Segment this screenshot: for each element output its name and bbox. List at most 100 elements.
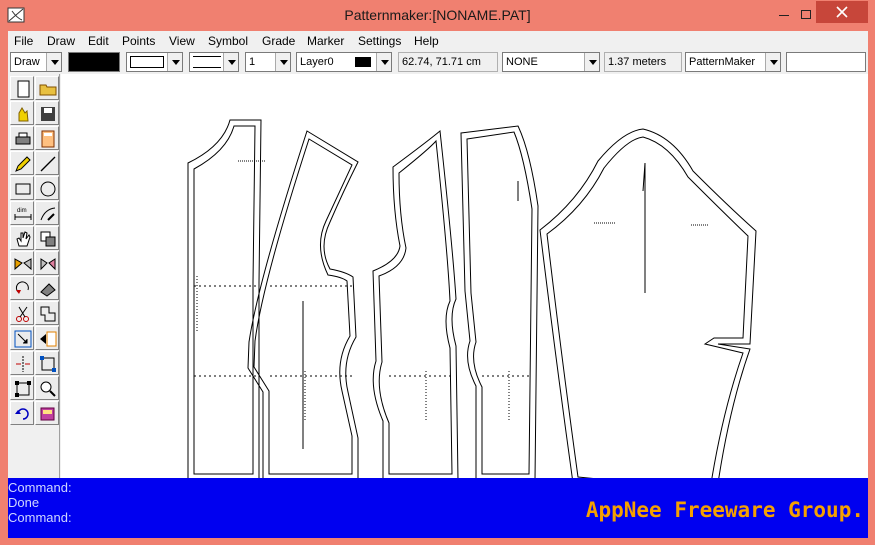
mirror-icon [14,258,32,271]
menu-edit[interactable]: Edit [88,34,109,48]
tool-dimension-button[interactable]: dim [10,201,34,225]
tool-rotate-mirror-button[interactable] [35,251,59,275]
svg-text:dim: dim [17,208,27,214]
tool-zoom-button[interactable] [35,376,59,400]
menu-grade[interactable]: Grade [262,34,295,48]
menu-draw[interactable]: Draw [47,34,75,48]
tool-scale-button[interactable] [10,326,34,350]
open-folder-icon [39,84,57,96]
tool-rotate-button[interactable] [10,276,34,300]
layer-select-value: Layer0 [300,56,334,68]
pattern-piece-sleeve [539,128,757,478]
coordinates-readout: 62.74, 71.71 cm [398,52,498,72]
line-weight-select[interactable]: 1 [245,52,291,72]
menu-file[interactable]: File [14,34,33,48]
transform-icon [15,381,31,397]
chevron-down-icon [223,53,238,71]
fill-color-swatch[interactable] [68,52,120,72]
tool-scissors-button[interactable] [10,301,34,325]
tool-split-point-button[interactable] [10,351,34,375]
command-input[interactable] [786,52,866,72]
menu-bar: File Draw Edit Points View Symbol Grade … [8,31,868,51]
pattern-drawing [187,119,757,478]
circle-icon [40,181,56,197]
new-file-icon [17,80,30,98]
tool-eraser-button[interactable] [35,276,59,300]
line-icon [40,156,56,172]
chevron-down-icon [46,53,61,71]
eraser-icon [40,283,56,297]
tool-rectangle-button[interactable] [10,176,34,200]
copy-shapes-icon [40,231,56,247]
length-readout: 1.37 meters [604,52,682,72]
app-client-area: File Draw Edit Points View Symbol Grade … [8,31,868,538]
line-color-preview [130,56,164,68]
overlap-icon [40,306,56,322]
chevron-down-icon [376,53,391,71]
mode-select-value: Draw [14,56,40,68]
move-arrow-icon [40,331,57,347]
zoom-icon [40,381,56,397]
tool-overlap-button[interactable] [35,301,59,325]
split-point-icon [16,356,30,372]
command-console[interactable]: Command: Done Command: AppNee Freeware G… [8,478,868,538]
tool-open-folder-button[interactable] [35,76,59,100]
line-color-select[interactable] [126,52,183,72]
command-line: Command: [8,510,72,525]
tool-move-arrow-button[interactable] [35,326,59,350]
minimize-icon [779,15,789,16]
pattern-piece-side-back [372,130,459,478]
drawing-canvas[interactable] [61,74,868,478]
maximize-icon [801,10,811,19]
tool-hand-select-button[interactable] [10,101,34,125]
book-icon [40,407,55,421]
pattern-piece-front-bodice [187,119,262,478]
tool-pencil-button[interactable] [10,151,34,175]
tool-undo-button[interactable] [10,401,34,425]
layer-color-swatch [355,57,371,67]
mode-name-select[interactable]: PatternMaker [685,52,781,72]
pan-hand-icon [16,231,31,247]
tool-curve-pen-button[interactable] [35,201,59,225]
layer-select[interactable]: Layer0 [296,52,392,72]
line-style-select[interactable] [189,52,239,72]
chevron-down-icon [584,53,599,71]
command-line: Done [8,495,40,510]
tool-calculator-button[interactable] [35,126,59,150]
menu-help[interactable]: Help [414,34,439,48]
line-weight-value: 1 [249,56,256,68]
menu-symbol[interactable]: Symbol [208,34,248,48]
tool-book-button[interactable] [35,401,59,425]
grade-select[interactable]: NONE [502,52,600,72]
rectangle-icon [15,183,31,195]
tool-save-disk-button[interactable] [35,101,59,125]
close-button[interactable] [816,1,868,23]
menu-marker[interactable]: Marker [307,34,344,48]
hand-select-icon [18,107,29,122]
tool-transform-button[interactable] [10,376,34,400]
close-icon [836,6,848,18]
menu-view[interactable]: View [169,34,195,48]
tool-line-button[interactable] [35,151,59,175]
tool-palette: dim [8,74,60,478]
menu-points[interactable]: Points [122,34,155,48]
tool-printer-button[interactable] [10,126,34,150]
tool-mirror-button[interactable] [10,251,34,275]
menu-settings[interactable]: Settings [358,34,401,48]
mode-select[interactable]: Draw [10,52,62,72]
rotate-icon [15,281,29,294]
window-title: Patternmaker:[NONAME.PAT] [344,7,531,23]
tool-resize-handles-button[interactable] [35,351,59,375]
watermark-text: AppNee Freeware Group. [585,498,864,522]
tool-pan-hand-button[interactable] [10,226,34,250]
tool-circle-button[interactable] [35,176,59,200]
grade-select-value: NONE [506,56,538,68]
resize-handles-icon [40,356,56,372]
chevron-down-icon [275,53,290,71]
chevron-down-icon [765,53,780,71]
curve-pen-icon [40,207,56,221]
tool-copy-shapes-button[interactable] [35,226,59,250]
undo-icon [15,408,29,420]
tool-new-file-button[interactable] [10,76,34,100]
pencil-icon [15,156,31,172]
